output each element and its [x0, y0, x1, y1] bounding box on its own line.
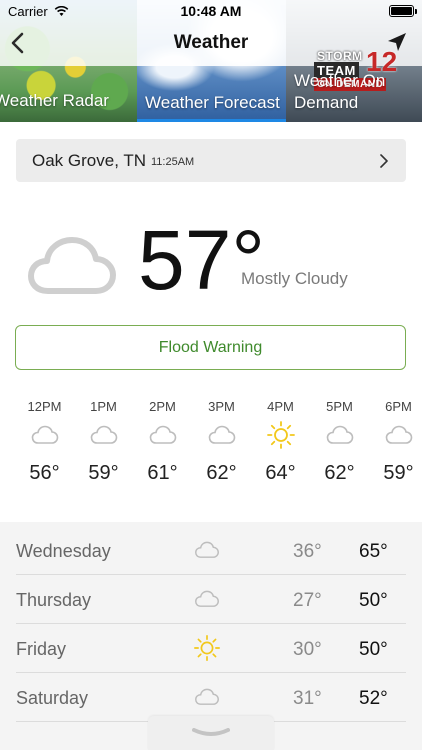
- current-temperature: 57°: [138, 213, 266, 307]
- hourly-item: 3PM 62°: [192, 398, 251, 485]
- carrier-label: Carrier: [8, 3, 48, 19]
- cloud-icon: [208, 425, 235, 444]
- hour-time: 4PM: [267, 399, 294, 414]
- hour-time: 1PM: [90, 399, 117, 414]
- hour-icon-wrap: [369, 416, 422, 454]
- hour-time: 12PM: [27, 399, 62, 414]
- back-button[interactable]: [6, 30, 28, 56]
- cloud-icon: [195, 590, 219, 607]
- active-tab-indicator: [137, 119, 286, 122]
- location-name: Oak Grove, TN: [32, 150, 146, 170]
- hour-temp: 62°: [324, 462, 355, 484]
- cloud-icon: [385, 425, 412, 444]
- day-high-temp: 65°: [359, 541, 388, 562]
- daily-row[interactable]: Saturday 31° 52°: [16, 673, 406, 722]
- hour-icon-wrap: [251, 416, 310, 454]
- day-name: Saturday: [16, 688, 89, 708]
- hour-time: 5PM: [326, 399, 353, 414]
- battery-fill: [391, 7, 412, 15]
- hourly-item: 12PM 56°: [15, 398, 74, 485]
- day-high-temp: 52°: [359, 688, 388, 709]
- hour-icon-wrap: [74, 416, 133, 454]
- wifi-icon: [54, 5, 68, 16]
- battery-icon: [389, 5, 417, 17]
- daily-row[interactable]: Thursday 27° 50°: [16, 575, 406, 624]
- day-high-temp: 50°: [359, 590, 388, 611]
- current-condition: Mostly Cloudy: [241, 269, 348, 288]
- day-name: Wednesday: [16, 541, 111, 561]
- hour-icon-wrap: [310, 416, 369, 454]
- day-low-temp: 30°: [293, 639, 322, 660]
- hourly-item: 1PM 59°: [74, 398, 133, 485]
- hour-time: 6PM: [385, 399, 412, 414]
- cloud-icon: [326, 425, 353, 444]
- sun-icon: [266, 421, 295, 449]
- chevron-left-icon: [11, 32, 24, 54]
- cloud-icon: [149, 425, 176, 444]
- hour-temp: 61°: [147, 462, 178, 484]
- hourly-item: 2PM 61°: [133, 398, 192, 485]
- chevron-right-icon: [380, 153, 388, 168]
- day-name: Friday: [16, 639, 67, 659]
- hourly-forecast[interactable]: 12PM 56° 1PM 59° 2PM 61° 3PM 62° 4PM 64°…: [0, 398, 422, 498]
- expand-handle[interactable]: [148, 716, 274, 750]
- sun-icon: [194, 635, 220, 661]
- page-title: Weather: [173, 32, 249, 53]
- location-updated-time: 11:25AM: [151, 156, 195, 168]
- tab-label: Weather Radar: [0, 91, 109, 110]
- tab-label: Weather Forecast: [145, 93, 280, 112]
- day-icon-wrap: [192, 635, 222, 661]
- day-name: Thursday: [16, 590, 92, 610]
- hour-icon-wrap: [15, 416, 74, 454]
- tab-label: Weather On Demand: [294, 71, 386, 112]
- hourly-item: 5PM 62°: [310, 398, 369, 485]
- day-low-temp: 36°: [293, 541, 322, 562]
- daily-row[interactable]: Wednesday 36° 65°: [16, 526, 406, 575]
- day-high-temp: 50°: [359, 639, 388, 660]
- flood-warning-button[interactable]: Flood Warning: [15, 325, 406, 370]
- cloud-icon: [195, 688, 219, 705]
- cloud-icon: [31, 425, 58, 444]
- hour-time: 3PM: [208, 399, 235, 414]
- hour-temp: 59°: [88, 462, 119, 484]
- status-left: Carrier: [8, 4, 69, 19]
- day-icon-wrap: [192, 587, 222, 611]
- hour-temp: 59°: [383, 462, 414, 484]
- alert-label: Flood Warning: [158, 338, 263, 356]
- day-low-temp: 27°: [293, 590, 322, 611]
- cloud-icon: [195, 541, 219, 558]
- location-arrow-button[interactable]: [386, 31, 408, 53]
- day-low-temp: 31°: [293, 688, 322, 709]
- nav-bar: Weather: [0, 22, 422, 64]
- status-bar: Carrier 10:48 AM: [0, 0, 422, 22]
- chevron-down-icon: [192, 728, 230, 736]
- hourly-item: 6PM 59°: [369, 398, 422, 485]
- hour-time: 2PM: [149, 399, 176, 414]
- cloud-icon: [28, 237, 116, 294]
- location-arrow-icon: [388, 33, 406, 51]
- location-selector[interactable]: Oak Grove, TN 11:25AM: [16, 139, 406, 182]
- hour-temp: 64°: [265, 462, 296, 484]
- daily-row[interactable]: Friday 30° 50°: [16, 624, 406, 673]
- hour-temp: 56°: [29, 462, 60, 484]
- hourly-item: 4PM 64°: [251, 398, 310, 485]
- day-icon-wrap: [192, 685, 222, 709]
- hour-icon-wrap: [133, 416, 192, 454]
- day-icon-wrap: [192, 538, 222, 562]
- hour-temp: 62°: [206, 462, 237, 484]
- cloud-icon: [90, 425, 117, 444]
- hour-icon-wrap: [192, 416, 251, 454]
- current-conditions: 57° Mostly Cloudy: [0, 212, 422, 312]
